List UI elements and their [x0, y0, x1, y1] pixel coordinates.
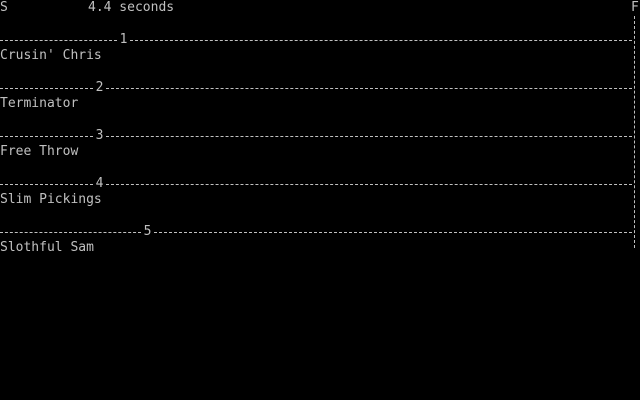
lane-track-before — [0, 88, 93, 89]
lane-number: 5 — [143, 224, 152, 239]
lane-number: 3 — [95, 128, 104, 143]
start-marker: S — [0, 0, 8, 15]
racer-name: Slim Pickings — [0, 192, 102, 207]
lane-divider: 4 — [0, 176, 634, 192]
lane-track-after — [130, 40, 632, 41]
lane-track-before — [0, 232, 141, 233]
lane-divider: 5 — [0, 224, 634, 240]
lane-track-after — [154, 232, 632, 233]
finish-marker: F — [631, 0, 639, 15]
lane-divider: 3 — [0, 128, 634, 144]
lane-track-after — [106, 136, 632, 137]
elapsed-time: 4.4 seconds — [88, 0, 175, 15]
lane-track-before — [0, 136, 93, 137]
racer-name: Free Throw — [0, 144, 79, 159]
lane-track-before — [0, 40, 117, 41]
lane-number: 4 — [95, 176, 104, 191]
lane-track-after — [106, 88, 632, 89]
racer-name: Terminator — [0, 96, 79, 111]
lane-track-after — [106, 184, 632, 185]
lane-number: 1 — [119, 32, 128, 47]
racer-name: Crusin' Chris — [0, 48, 102, 63]
racer-name: Slothful Sam — [0, 240, 94, 255]
lane-number: 2 — [95, 80, 104, 95]
race-screen: S 4.4 seconds F 1 Crusin' Chris 2 Termin… — [0, 0, 640, 400]
lane-track-before — [0, 184, 93, 185]
lane-divider: 2 — [0, 80, 634, 96]
finish-line — [634, 16, 635, 248]
lane-divider: 1 — [0, 32, 634, 48]
